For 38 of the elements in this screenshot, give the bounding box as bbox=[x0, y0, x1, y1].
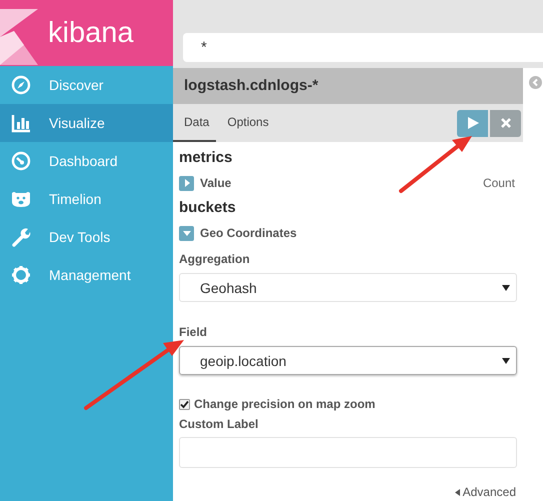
custom-label-field[interactable] bbox=[179, 437, 517, 468]
toggle-button[interactable] bbox=[179, 176, 194, 190]
agg-label: Geo Coordinates bbox=[200, 226, 297, 240]
close-button[interactable] bbox=[490, 110, 521, 136]
play-icon bbox=[466, 117, 478, 129]
gauge-icon bbox=[11, 151, 31, 171]
wrench-icon bbox=[11, 227, 31, 247]
checkbox[interactable] bbox=[179, 398, 190, 410]
agg-label: Value bbox=[200, 176, 232, 190]
tab[interactable]: Data bbox=[173, 104, 216, 142]
field-label: Custom Label bbox=[179, 416, 260, 432]
close-icon bbox=[500, 118, 510, 128]
section-title: metrics bbox=[179, 148, 234, 168]
query-field[interactable]: * bbox=[183, 33, 543, 62]
agg-summary: Count bbox=[482, 176, 515, 190]
advanced-link[interactable]: Advanced bbox=[454, 485, 516, 499]
section-title: buckets bbox=[179, 198, 237, 218]
bar-chart-icon bbox=[11, 113, 31, 133]
field-select[interactable]: geoip.location bbox=[179, 346, 517, 375]
toggle-button[interactable] bbox=[179, 226, 194, 240]
collapse-icon[interactable] bbox=[528, 76, 542, 89]
field-label: Aggregation bbox=[179, 251, 251, 267]
compass-icon bbox=[11, 75, 31, 95]
settings-icon bbox=[11, 265, 31, 285]
logo-icon bbox=[0, 9, 38, 65]
caret-icon bbox=[182, 229, 190, 237]
caret-icon bbox=[182, 179, 190, 187]
aggregation-select[interactable]: Geohash bbox=[179, 273, 517, 302]
logo-text: kibana bbox=[48, 16, 134, 50]
caret-icon bbox=[502, 284, 510, 290]
bear-face-icon bbox=[11, 189, 31, 209]
caret-icon bbox=[454, 488, 460, 496]
index-pattern-title: logstash.cdnlogs-* bbox=[173, 68, 523, 104]
caret-icon bbox=[502, 358, 510, 364]
field-label: Field bbox=[179, 324, 208, 340]
checkbox-label: Change precision on map zoom bbox=[194, 397, 376, 411]
apply-button[interactable] bbox=[457, 110, 488, 136]
tab[interactable]: Options bbox=[216, 104, 276, 142]
